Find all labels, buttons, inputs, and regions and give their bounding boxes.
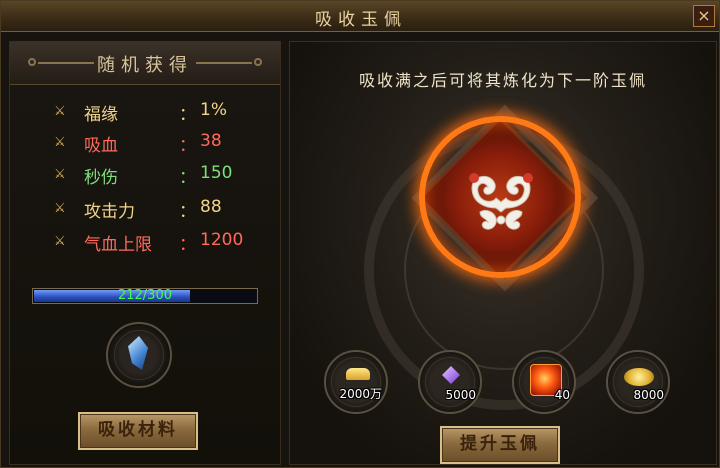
cost-amount: 40 [554,388,570,402]
crossed-swords-icon: ⚔ [54,104,66,119]
crossed-swords-icon: ⚔ [54,234,66,249]
stat-value: 150 [200,163,233,183]
cost-slot-coins[interactable]: 8000 [606,350,670,414]
crossed-swords-icon: ⚔ [54,201,66,216]
title-bar: 吸收玉佩 × [1,1,719,32]
absorb-jade-window: 吸收玉佩 × 随机获得 ⚔ 福缘： 1% ⚔ 吸血： 38 ⚔ 秒伤： 150 … [0,0,720,468]
upgrade-panel: 吸收满之后可将其炼化为下一阶玉佩 2000万 5000 40 8000 提升玉佩 [289,41,717,465]
absorb-progress-bar: 212/300 [32,288,258,304]
stat-label: 福缘： [84,105,196,125]
stat-value: 38 [200,131,222,151]
upgrade-hint: 吸收满之后可将其炼化为下一阶玉佩 [358,71,647,90]
gold-ingot-icon [346,368,370,380]
material-slot[interactable] [106,322,172,388]
panel-title: 随机获得 [97,55,193,76]
close-button[interactable]: × [693,5,715,27]
purple-gem-icon [442,366,460,384]
jade-pendant-icon[interactable] [462,168,540,236]
stat-label: 秒伤： [84,168,196,188]
cost-amount: 2000万 [339,387,382,401]
crossed-swords-icon: ⚔ [54,135,66,150]
cost-slot-gem[interactable]: 5000 [418,350,482,414]
random-gain-panel: 随机获得 ⚔ 福缘： 1% ⚔ 吸血： 38 ⚔ 秒伤： 150 ⚔ 攻击力： … [9,41,281,465]
cost-amount: 8000 [633,388,664,402]
crossed-swords-icon: ⚔ [54,167,66,182]
stat-value: 88 [200,197,222,217]
cost-slot-gold[interactable]: 2000万 [324,350,388,414]
panel-header: 随机获得 [10,42,280,85]
cost-amount: 5000 [445,388,476,402]
window-title: 吸收玉佩 [315,10,407,30]
stat-label: 气血上限： [84,235,196,255]
stat-label: 攻击力： [84,202,196,222]
stat-value: 1200 [200,230,244,250]
blue-crystal-icon [128,336,148,370]
progress-text: 212/300 [117,288,172,303]
ornament-right-icon [196,58,262,66]
upgrade-jade-button[interactable]: 提升玉佩 [440,426,560,464]
cost-slot-orb[interactable]: 40 [512,350,576,414]
gold-coins-icon [624,368,654,386]
stat-label: 吸血： [84,136,196,156]
stat-value: 1% [200,100,227,120]
absorb-material-button[interactable]: 吸收材料 [78,412,198,450]
